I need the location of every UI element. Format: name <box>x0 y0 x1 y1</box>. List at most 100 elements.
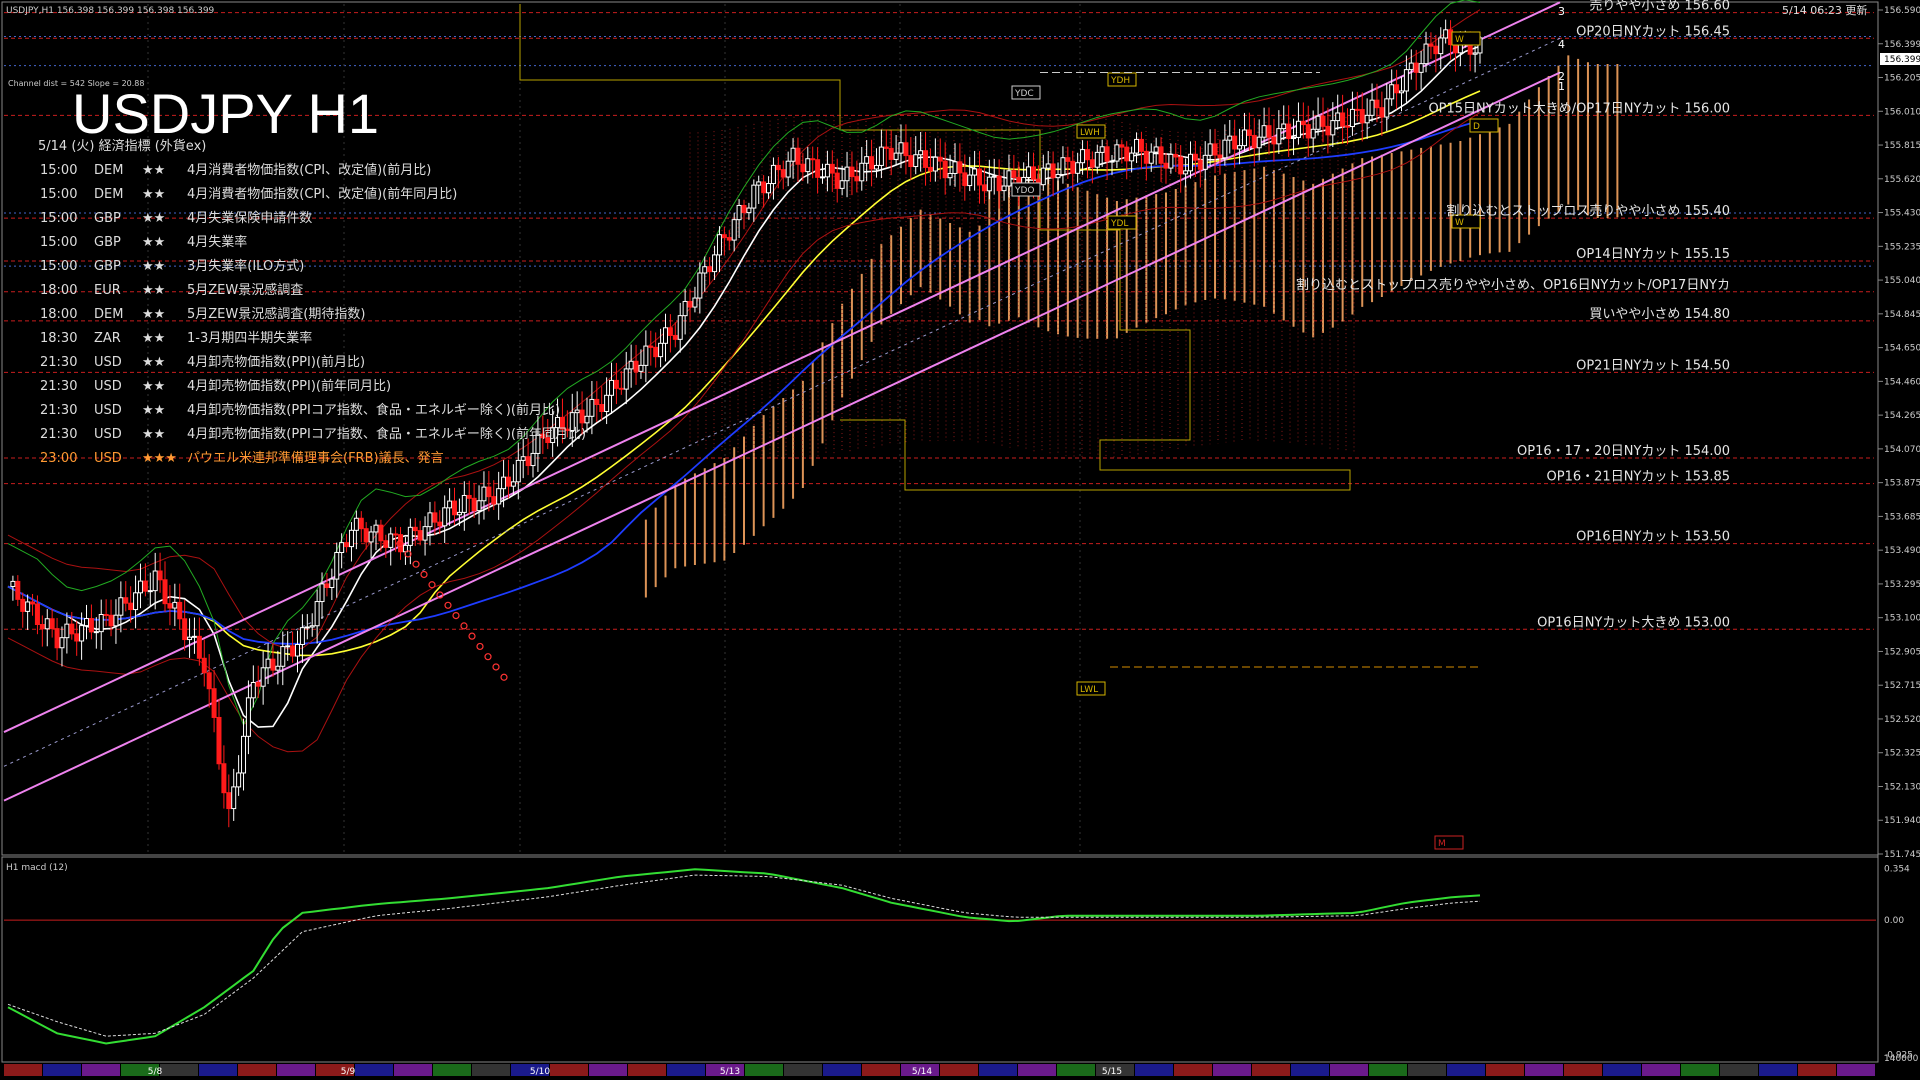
candle-body <box>1394 84 1400 94</box>
event-currency: GBP <box>94 211 121 226</box>
channel-num-4: 4 <box>1558 38 1565 51</box>
candle-body <box>368 531 374 543</box>
candle-body <box>1050 163 1056 179</box>
candle-body <box>962 172 968 187</box>
candle-body <box>412 526 418 532</box>
candle-body <box>358 517 364 530</box>
candle-body <box>1178 156 1184 175</box>
date-block <box>1720 1064 1758 1076</box>
candle-body <box>59 637 65 649</box>
candle-body <box>1305 124 1311 139</box>
candle-body <box>766 183 772 194</box>
event-currency: USD <box>94 427 122 442</box>
level-text: 買いやや小さめ 154.80 <box>1589 307 1730 322</box>
candle-body <box>1241 129 1247 147</box>
candle-body <box>1030 166 1036 180</box>
candle-body <box>1222 139 1228 159</box>
candle-body <box>692 297 698 308</box>
candle-body <box>422 526 428 541</box>
date-block <box>1642 1064 1680 1076</box>
candle-body <box>927 166 933 172</box>
price-tick-label: 154.460 <box>1884 377 1920 387</box>
candle-body <box>285 645 291 648</box>
candle-body <box>88 618 94 633</box>
candle-body <box>1148 151 1154 164</box>
marker-label-lwl: LWL <box>1080 685 1098 695</box>
candle-body <box>1359 109 1365 124</box>
date-block <box>355 1064 393 1076</box>
candle-body <box>442 507 448 527</box>
date-block <box>277 1064 315 1076</box>
candle-body <box>613 379 619 389</box>
candle-body <box>869 156 875 170</box>
candle-body <box>30 601 36 605</box>
candle-body <box>1335 112 1341 122</box>
candle-body <box>947 172 953 179</box>
level-text: OP20日NYカット 156.45 <box>1576 24 1730 39</box>
candle-body <box>177 601 183 620</box>
price-tick-label: 153.685 <box>1884 512 1920 522</box>
event-stars: ★★★ <box>142 451 177 466</box>
level-text: OP16・17・20日NYカット 154.00 <box>1517 444 1730 459</box>
candle-body <box>20 598 26 612</box>
channel-num-3: 3 <box>1558 5 1565 18</box>
event-time: 21:30 <box>40 355 77 370</box>
candle-body <box>118 597 124 616</box>
price-chart[interactable]: YDHYDCLWHYDOYDLLWLWDWM3421 売りやや小さめ 156.6… <box>0 0 1920 1080</box>
date-block <box>1057 1064 1095 1076</box>
candle-body <box>1246 129 1252 136</box>
candle-body <box>505 476 511 487</box>
marker-label-w: W <box>1455 218 1464 228</box>
candle-body <box>530 452 536 467</box>
candle-body <box>1300 120 1306 126</box>
event-stars: ★★ <box>142 235 165 250</box>
event-time: 23:00 <box>40 451 77 466</box>
candle-body <box>829 163 835 174</box>
price-tick-label: 156.399 <box>1884 40 1920 50</box>
candle-body <box>1163 162 1169 169</box>
candle-body <box>157 570 163 581</box>
candle-body <box>1325 125 1331 136</box>
candle-body <box>255 681 261 687</box>
candle-body <box>1060 157 1066 175</box>
candle-body <box>672 334 678 340</box>
date-block <box>472 1064 510 1076</box>
candle-body <box>191 635 197 638</box>
candle-body <box>294 643 300 657</box>
candle-body <box>1398 90 1404 94</box>
candle-body <box>309 625 315 628</box>
candle-body <box>1119 144 1125 148</box>
candle-body <box>1384 98 1390 118</box>
event-stars: ★★ <box>142 379 165 394</box>
event-name: 1-3月期四半期失業率 <box>187 330 312 346</box>
candle-body <box>398 534 404 553</box>
candle-body <box>1124 146 1130 162</box>
candle-body <box>1310 128 1316 139</box>
price-tick-label: 152.905 <box>1884 647 1920 657</box>
candle-body <box>211 688 217 718</box>
candle-body <box>604 394 610 412</box>
candle-body <box>1433 45 1439 55</box>
event-time: 18:00 <box>40 307 77 322</box>
candle-body <box>888 147 894 160</box>
event-time: 21:30 <box>40 379 77 394</box>
date-label: 5/10 <box>530 1067 550 1077</box>
candle-body <box>1237 145 1243 150</box>
candle-body <box>609 379 615 396</box>
candle-body <box>937 156 943 162</box>
event-currency: GBP <box>94 235 121 250</box>
candle-body <box>1403 69 1409 92</box>
date-block <box>1135 1064 1173 1076</box>
event-name: 4月消費者物価指数(CPI、改定値)(前月比) <box>187 162 431 178</box>
candle-body <box>15 580 21 600</box>
candle-body <box>1026 166 1032 178</box>
candle-body <box>1045 163 1051 169</box>
price-tick-label: 151.745 <box>1884 850 1920 860</box>
price-tick-label: 153.100 <box>1884 614 1920 624</box>
date-block <box>1681 1064 1719 1076</box>
candle-body <box>1369 99 1375 116</box>
candle-body <box>133 592 139 611</box>
candle-body <box>142 580 148 592</box>
candle-body <box>790 147 796 162</box>
date-block <box>940 1064 978 1076</box>
